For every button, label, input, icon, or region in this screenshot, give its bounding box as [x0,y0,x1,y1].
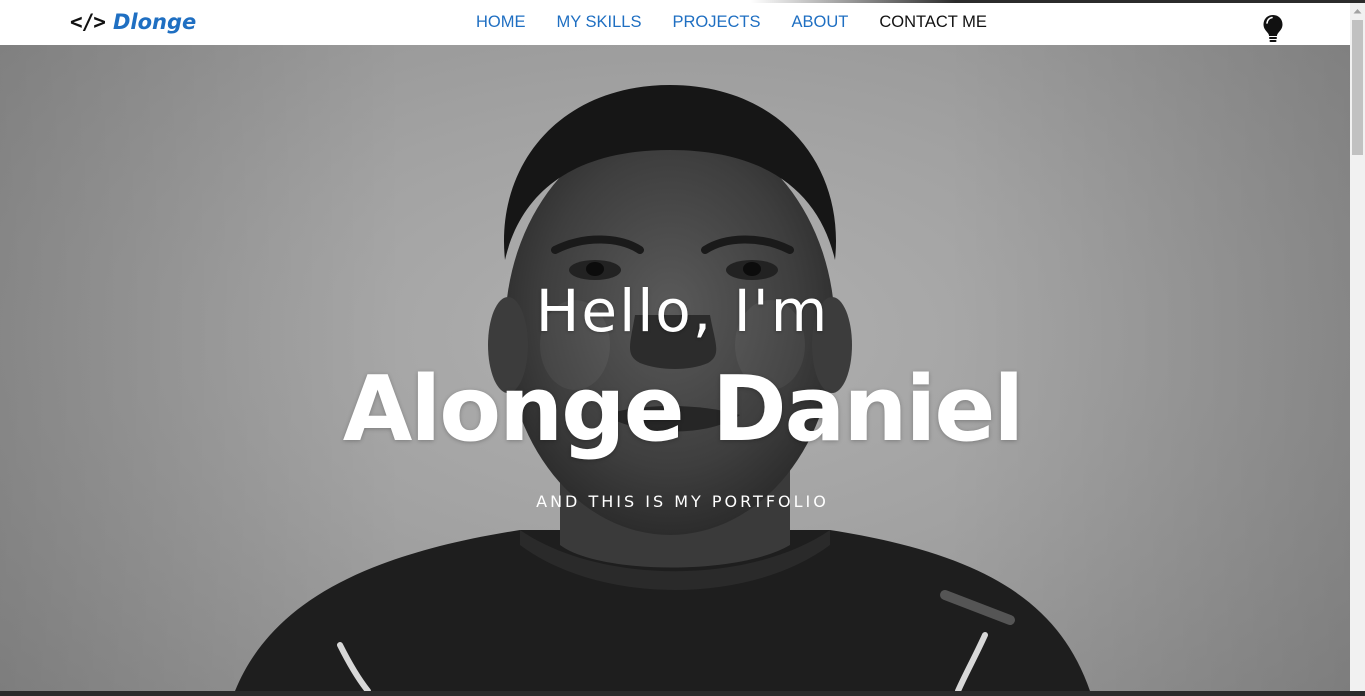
navbar: </> Dlonge HOME MY SKILLS PROJECTS ABOUT… [0,3,1350,45]
hero-greeting: Hello, I'm [535,277,830,345]
hero-tagline: AND THIS IS MY PORTFOLIO [536,492,829,511]
hero-name: Alonge Daniel [342,357,1024,462]
portfolio-page: </> Dlonge HOME MY SKILLS PROJECTS ABOUT… [0,0,1365,696]
nav-link-my-skills[interactable]: MY SKILLS [557,13,642,32]
scroll-up-arrow-icon[interactable] [1350,3,1365,18]
hero-section: Hello, I'm Alonge Daniel AND THIS IS MY … [0,45,1350,691]
code-icon: </> [70,10,106,34]
nav-link-home[interactable]: HOME [476,13,526,32]
page-scrollbar[interactable] [1350,3,1365,691]
scrollbar-thumb[interactable] [1352,20,1363,155]
nav-link-projects[interactable]: PROJECTS [673,13,761,32]
brand-logo[interactable]: </> Dlonge [70,7,196,37]
nav-link-contact-me[interactable]: CONTACT ME [879,13,987,32]
window-bottom-edge [0,691,1365,696]
nav-link-about[interactable]: ABOUT [792,13,849,32]
lightbulb-icon[interactable] [1262,14,1284,44]
nav-menu: HOME MY SKILLS PROJECTS ABOUT CONTACT ME [476,13,1018,32]
brand-name: Dlonge [112,10,197,34]
